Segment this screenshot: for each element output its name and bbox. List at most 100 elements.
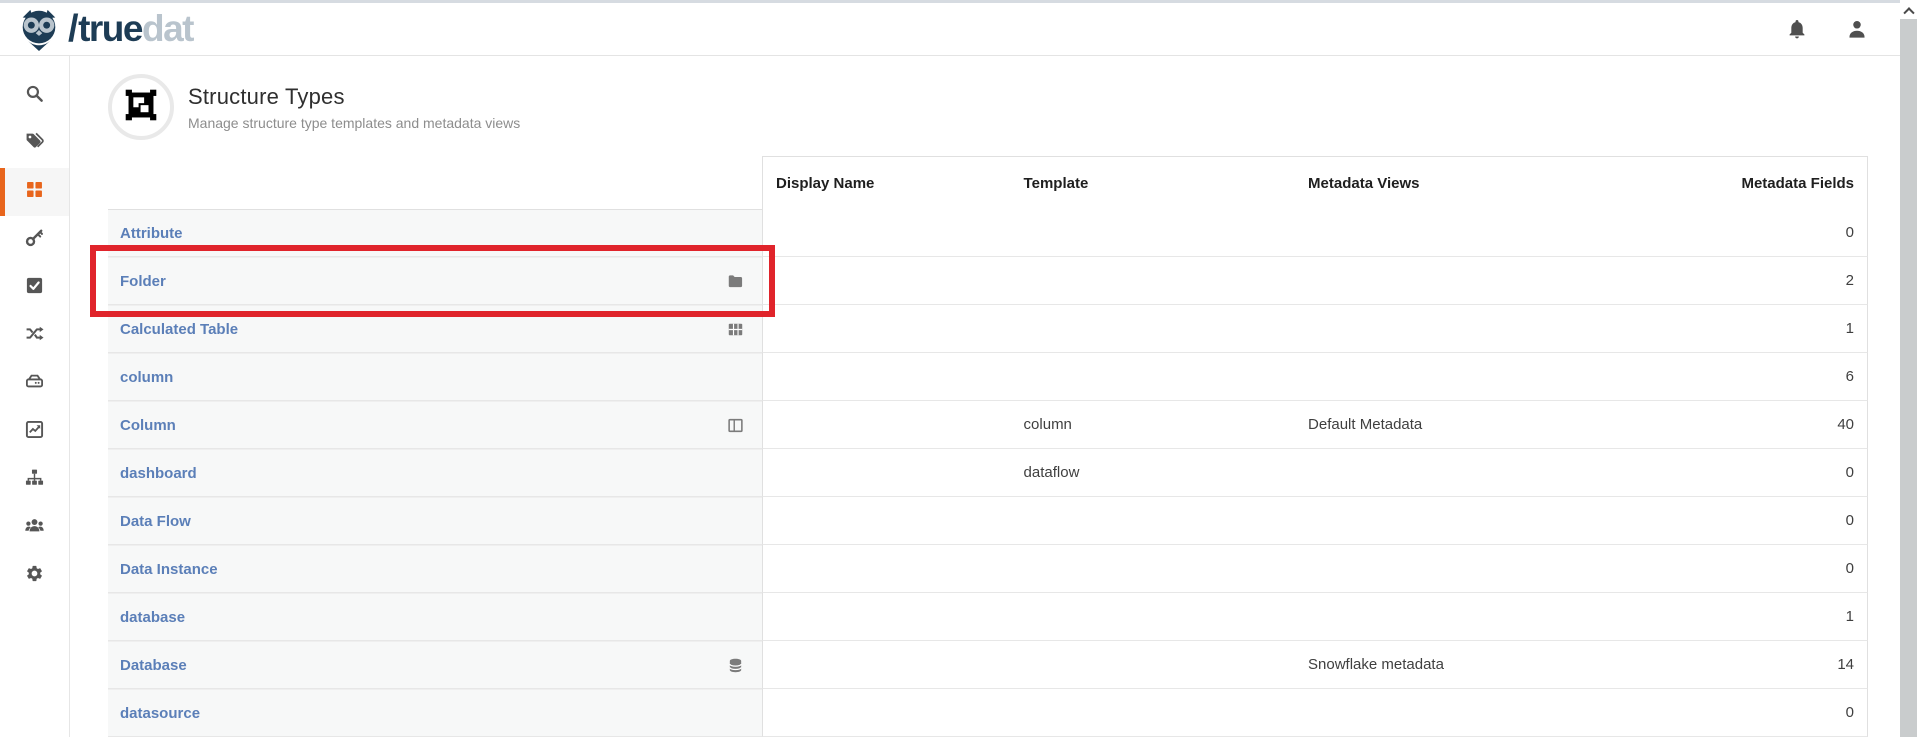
- row-data-cells: dataflow0: [762, 449, 1868, 497]
- table-row: Data Flow 0: [108, 497, 1868, 545]
- structure-type-link[interactable]: dashboard: [120, 465, 197, 482]
- metadata-fields-cell: 14: [1614, 656, 1867, 673]
- vertical-scrollbar[interactable]: [1900, 0, 1917, 737]
- table-row: column 6: [108, 353, 1868, 401]
- structure-type-link[interactable]: Column: [120, 417, 176, 434]
- notifications-button[interactable]: [1786, 18, 1808, 40]
- structure-type-name-cell: datasource: [108, 689, 762, 737]
- sidebar-item-structure-types[interactable]: [0, 168, 69, 216]
- check-square-icon: [25, 276, 44, 300]
- metadata-fields-cell: 1: [1614, 608, 1867, 625]
- structure-type-link[interactable]: Attribute: [120, 225, 183, 242]
- account-button[interactable]: [1846, 18, 1868, 40]
- search-icon: [25, 84, 44, 108]
- object-group-icon: [124, 88, 158, 127]
- column-header-metadata-fields: Metadata Fields: [1614, 175, 1867, 192]
- structure-type-link[interactable]: column: [120, 369, 173, 386]
- main-content: Structure Types Manage structure type te…: [70, 56, 1900, 737]
- key-icon: [25, 228, 44, 252]
- metadata-fields-cell: 0: [1614, 560, 1867, 577]
- row-data-cells: 1: [762, 305, 1868, 353]
- structure-type-name-cell: Column: [108, 401, 762, 449]
- structure-type-name-cell: Calculated Table: [108, 305, 762, 353]
- database-icon: [727, 657, 744, 674]
- column-header-metadata-views: Metadata Views: [1295, 175, 1614, 192]
- table-row: Folder 2: [108, 257, 1868, 305]
- chart-line-icon: [25, 420, 44, 444]
- structure-type-link[interactable]: Calculated Table: [120, 321, 238, 338]
- structure-type-name-cell: dashboard: [108, 449, 762, 497]
- hard-drive-icon: [25, 372, 44, 396]
- structure-type-link[interactable]: database: [120, 609, 185, 626]
- row-data-cells: 0: [762, 497, 1868, 545]
- column-header-template: Template: [1011, 175, 1295, 192]
- structure-type-name-cell: Data Instance: [108, 545, 762, 593]
- owl-logo-icon: [16, 6, 62, 52]
- sidebar-item-search[interactable]: [0, 72, 69, 120]
- row-data-cells: 0: [762, 545, 1868, 593]
- sidebar-item-taxonomy[interactable]: [0, 456, 69, 504]
- metadata-fields-cell: 40: [1614, 416, 1867, 433]
- bell-icon: [1786, 18, 1808, 45]
- topbar: /truedat: [0, 3, 1900, 56]
- sidebar-item-quality[interactable]: [0, 264, 69, 312]
- metadata-views-cell: Snowflake metadata: [1295, 656, 1614, 673]
- template-cell: column: [1011, 416, 1295, 433]
- sidebar-item-permissions[interactable]: [0, 216, 69, 264]
- structure-types-table: Display Name Template Metadata Views Met…: [108, 156, 1868, 737]
- page-subtitle: Manage structure type templates and meta…: [188, 115, 520, 131]
- structure-type-link[interactable]: datasource: [120, 705, 200, 722]
- page-title: Structure Types: [188, 84, 520, 110]
- metadata-fields-cell: 0: [1614, 512, 1867, 529]
- window-edge: [0, 0, 1917, 3]
- chevron-up-icon: [1903, 7, 1914, 18]
- table-row: Column columnDefault Metadata40: [108, 401, 1868, 449]
- scrollbar-thumb[interactable]: [1900, 19, 1917, 737]
- structure-type-name-cell: database: [108, 593, 762, 641]
- columns-icon: [727, 417, 744, 434]
- scroll-up-button[interactable]: [1900, 0, 1917, 19]
- structure-type-name-cell: Database: [108, 641, 762, 689]
- grid-icon: [25, 180, 44, 204]
- sitemap-icon: [25, 468, 44, 492]
- sidebar-item-dashboards[interactable]: [0, 408, 69, 456]
- structure-type-name-cell: Data Flow: [108, 497, 762, 545]
- structure-type-name-cell: Attribute: [108, 209, 762, 257]
- table-row: Calculated Table 1: [108, 305, 1868, 353]
- table-row: Attribute 0: [108, 209, 1868, 257]
- row-data-cells: columnDefault Metadata40: [762, 401, 1868, 449]
- metadata-fields-cell: 2: [1614, 272, 1867, 289]
- sidebar-item-settings[interactable]: [0, 552, 69, 600]
- row-data-cells: 0: [762, 689, 1868, 737]
- table-body: Attribute 0 Folder 2 Calculated Table 1 column…: [108, 209, 1868, 737]
- topbar-actions: [1786, 18, 1868, 40]
- truedat-logo[interactable]: /truedat: [16, 6, 193, 52]
- table-row: database 1: [108, 593, 1868, 641]
- table-icon: [727, 321, 744, 338]
- page-header: Structure Types Manage structure type te…: [108, 74, 520, 140]
- metadata-views-cell: Default Metadata: [1295, 416, 1614, 433]
- sidebar-item-systems[interactable]: [0, 360, 69, 408]
- table-row: Data Instance 0: [108, 545, 1868, 593]
- row-data-cells: Snowflake metadata14: [762, 641, 1868, 689]
- row-data-cells: 2: [762, 257, 1868, 305]
- structure-type-link[interactable]: Data Instance: [120, 561, 218, 578]
- tags-icon: [25, 132, 44, 156]
- users-icon: [25, 516, 44, 540]
- sidebar-item-lineage[interactable]: [0, 312, 69, 360]
- sidebar-item-tags[interactable]: [0, 120, 69, 168]
- metadata-fields-cell: 0: [1614, 464, 1867, 481]
- structure-type-link[interactable]: Database: [120, 657, 187, 674]
- sidebar-item-users[interactable]: [0, 504, 69, 552]
- structure-type-link[interactable]: Data Flow: [120, 513, 191, 530]
- row-data-cells: 6: [762, 353, 1868, 401]
- structure-type-link[interactable]: Folder: [120, 273, 166, 290]
- table-row: Database Snowflake metadata14: [108, 641, 1868, 689]
- row-data-cells: 0: [762, 209, 1868, 257]
- structure-type-name-cell: column: [108, 353, 762, 401]
- folder-icon: [727, 273, 744, 290]
- gear-icon: [25, 564, 44, 588]
- row-data-cells: 1: [762, 593, 1868, 641]
- metadata-fields-cell: 1: [1614, 320, 1867, 337]
- table-header-row: Display Name Template Metadata Views Met…: [762, 156, 1868, 209]
